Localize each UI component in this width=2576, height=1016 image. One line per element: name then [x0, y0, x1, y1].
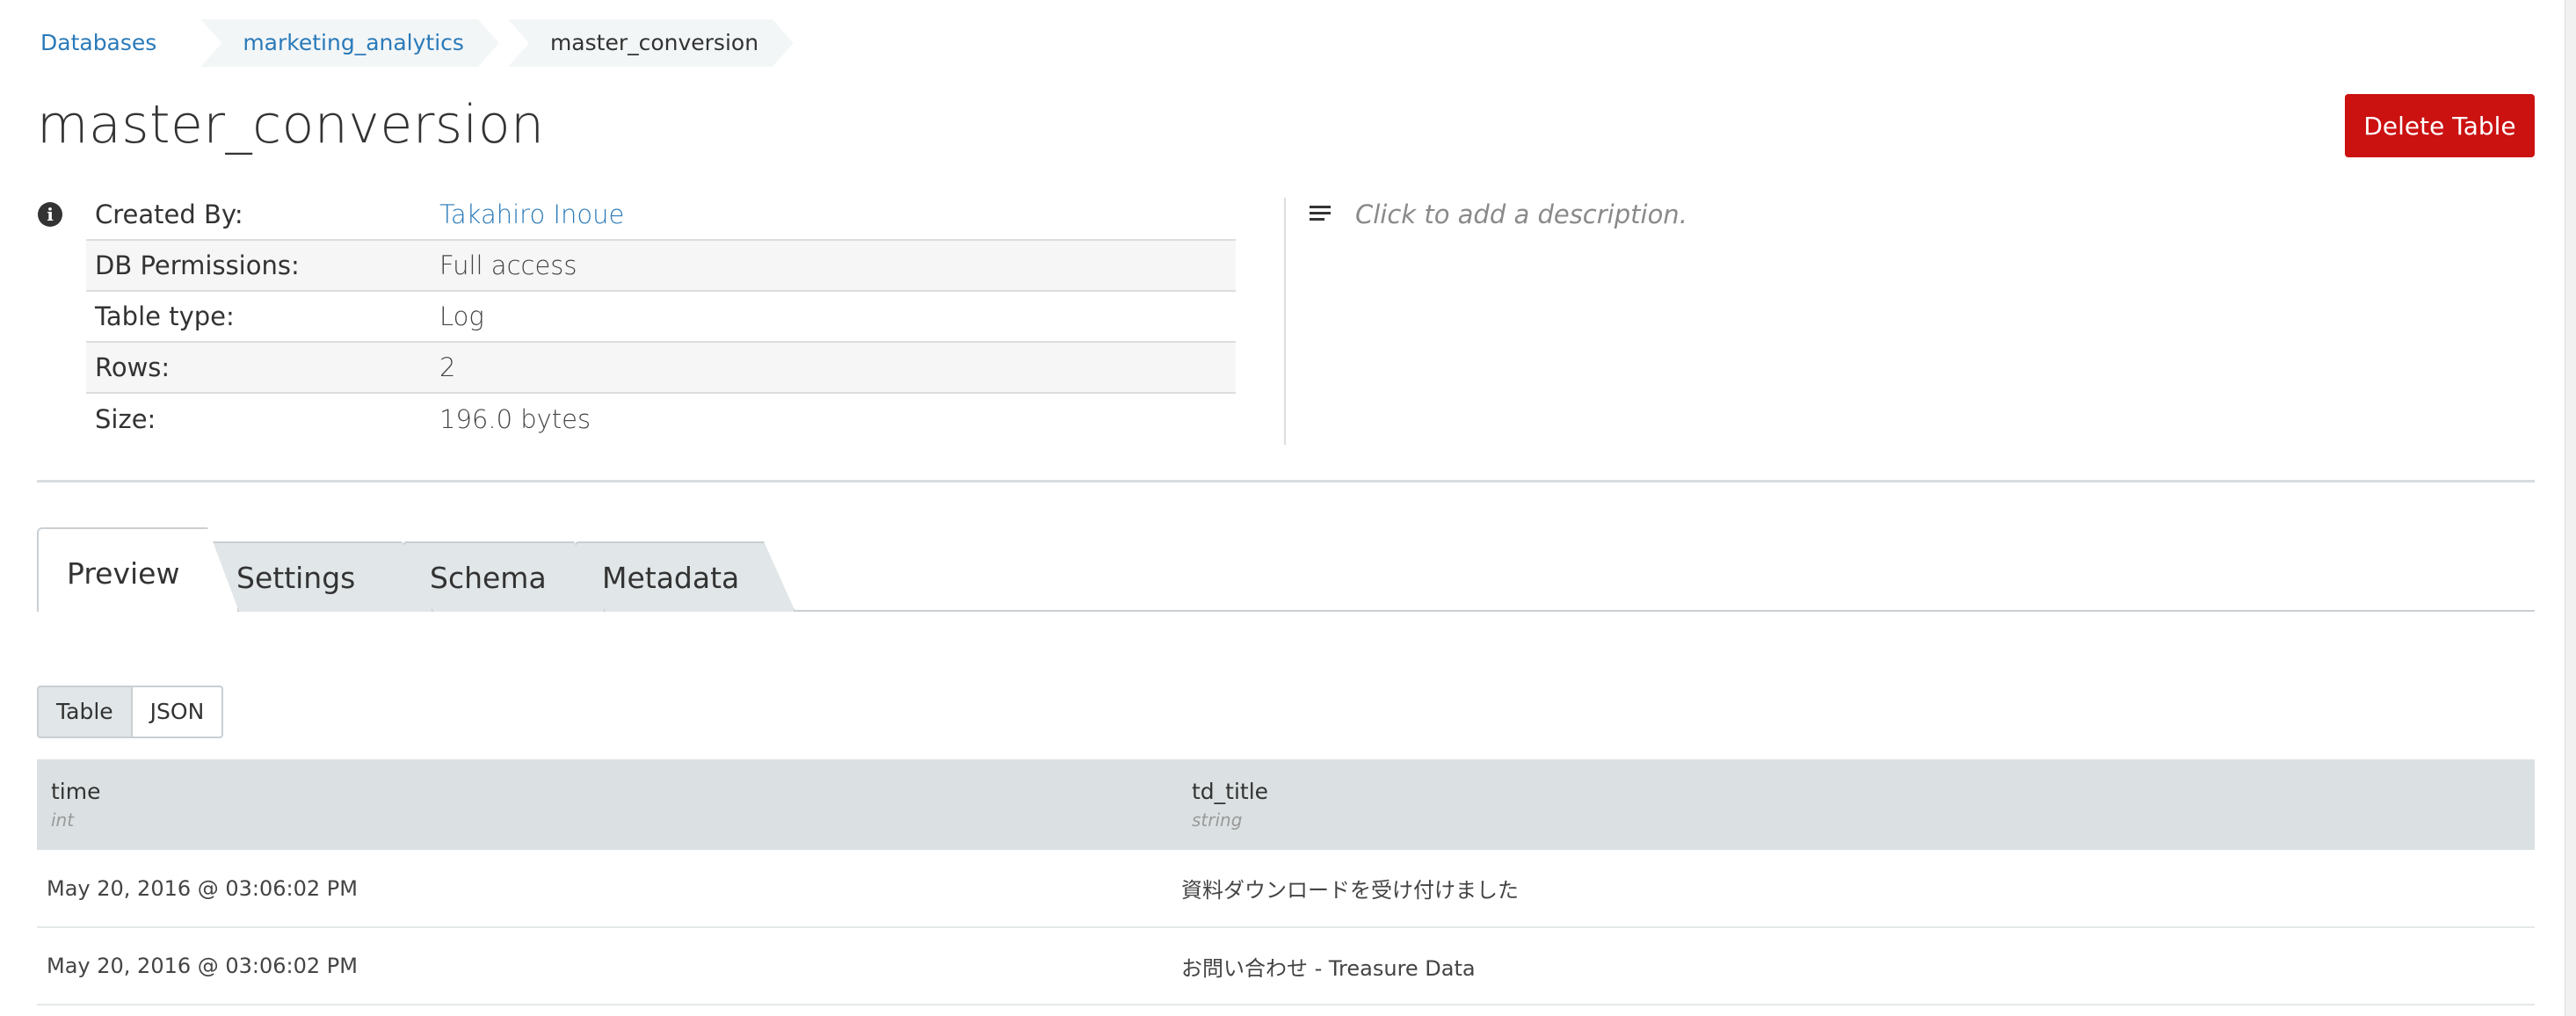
vertical-divider — [1284, 198, 1286, 445]
tab-settings[interactable]: Settings — [208, 541, 433, 612]
page-title: master_conversion — [37, 94, 545, 156]
breadcrumb-database[interactable]: marketing_analytics — [200, 19, 499, 67]
section-divider — [37, 480, 2535, 483]
info-value: 196.0 bytes — [439, 403, 591, 434]
info-label: Table type: — [95, 301, 235, 331]
preview-table: time int td_title string May 20, 2016 @ … — [37, 759, 2535, 1005]
table-info: Created By: Takahiro Inoue DB Permission… — [86, 189, 1236, 444]
table-cell: May 20, 2016 @ 03:06:02 PM — [47, 875, 358, 901]
column-name: td_title — [1192, 779, 1269, 804]
tab-schema[interactable]: Schema — [402, 541, 606, 612]
table-row: May 20, 2016 @ 03:06:02 PM お問い合わせ - Trea… — [37, 927, 2535, 1005]
info-label: DB Permissions: — [95, 250, 300, 280]
table-detail-page: Databases marketing_analytics master_con… — [0, 0, 2576, 1016]
column-type: int — [51, 809, 75, 831]
info-value: Full access — [439, 250, 577, 280]
breadcrumb: Databases marketing_analytics master_con… — [0, 19, 802, 67]
toggle-table-button[interactable]: Table — [37, 686, 133, 738]
table-row: May 20, 2016 @ 03:06:02 PM 資料ダウンロードを受け付け… — [37, 850, 2535, 927]
table-cell: 資料ダウンロードを受け付けました — [1181, 878, 1519, 903]
created-by-link[interactable]: Takahiro Inoue — [439, 189, 1236, 240]
info-icon: i — [38, 202, 62, 227]
info-value: 2 — [439, 352, 456, 382]
info-row-created-by: Created By: Takahiro Inoue — [86, 189, 1236, 240]
breadcrumb-current-table: master_conversion — [508, 19, 794, 67]
column-type: string — [1192, 809, 1243, 831]
info-label: Size: — [95, 403, 156, 434]
table-cell: お問い合わせ - Treasure Data — [1181, 955, 1476, 981]
column-header: td_title string — [1178, 759, 2535, 850]
info-row-table-type: Table type: Log — [86, 291, 1236, 342]
info-value: Log — [439, 301, 484, 331]
preview-table-header: time int td_title string — [37, 759, 2535, 850]
tab-metadata[interactable]: Metadata — [574, 541, 795, 612]
info-label: Created By: — [95, 199, 243, 229]
description-lines-icon — [1310, 206, 1331, 223]
info-row-permissions: DB Permissions: Full access — [86, 240, 1236, 291]
column-name: time — [51, 779, 101, 804]
toggle-json-button[interactable]: JSON — [132, 686, 224, 738]
column-header: time int — [37, 759, 1178, 850]
delete-table-button[interactable]: Delete Table — [2345, 94, 2535, 157]
window-edge — [2565, 0, 2576, 1016]
view-toggle: Table JSON — [37, 686, 224, 738]
info-label: Rows: — [95, 352, 171, 382]
breadcrumb-databases[interactable]: Databases — [0, 19, 192, 67]
tab-preview[interactable]: Preview — [37, 527, 239, 612]
table-cell: May 20, 2016 @ 03:06:02 PM — [47, 954, 358, 978]
info-row-rows: Rows: 2 — [86, 342, 1236, 393]
tab-bar: Metadata Schema Settings Preview — [37, 527, 2535, 612]
info-row-size: Size: 196.0 bytes — [86, 393, 1236, 444]
description-placeholder[interactable]: Click to add a description. — [1355, 195, 1687, 234]
